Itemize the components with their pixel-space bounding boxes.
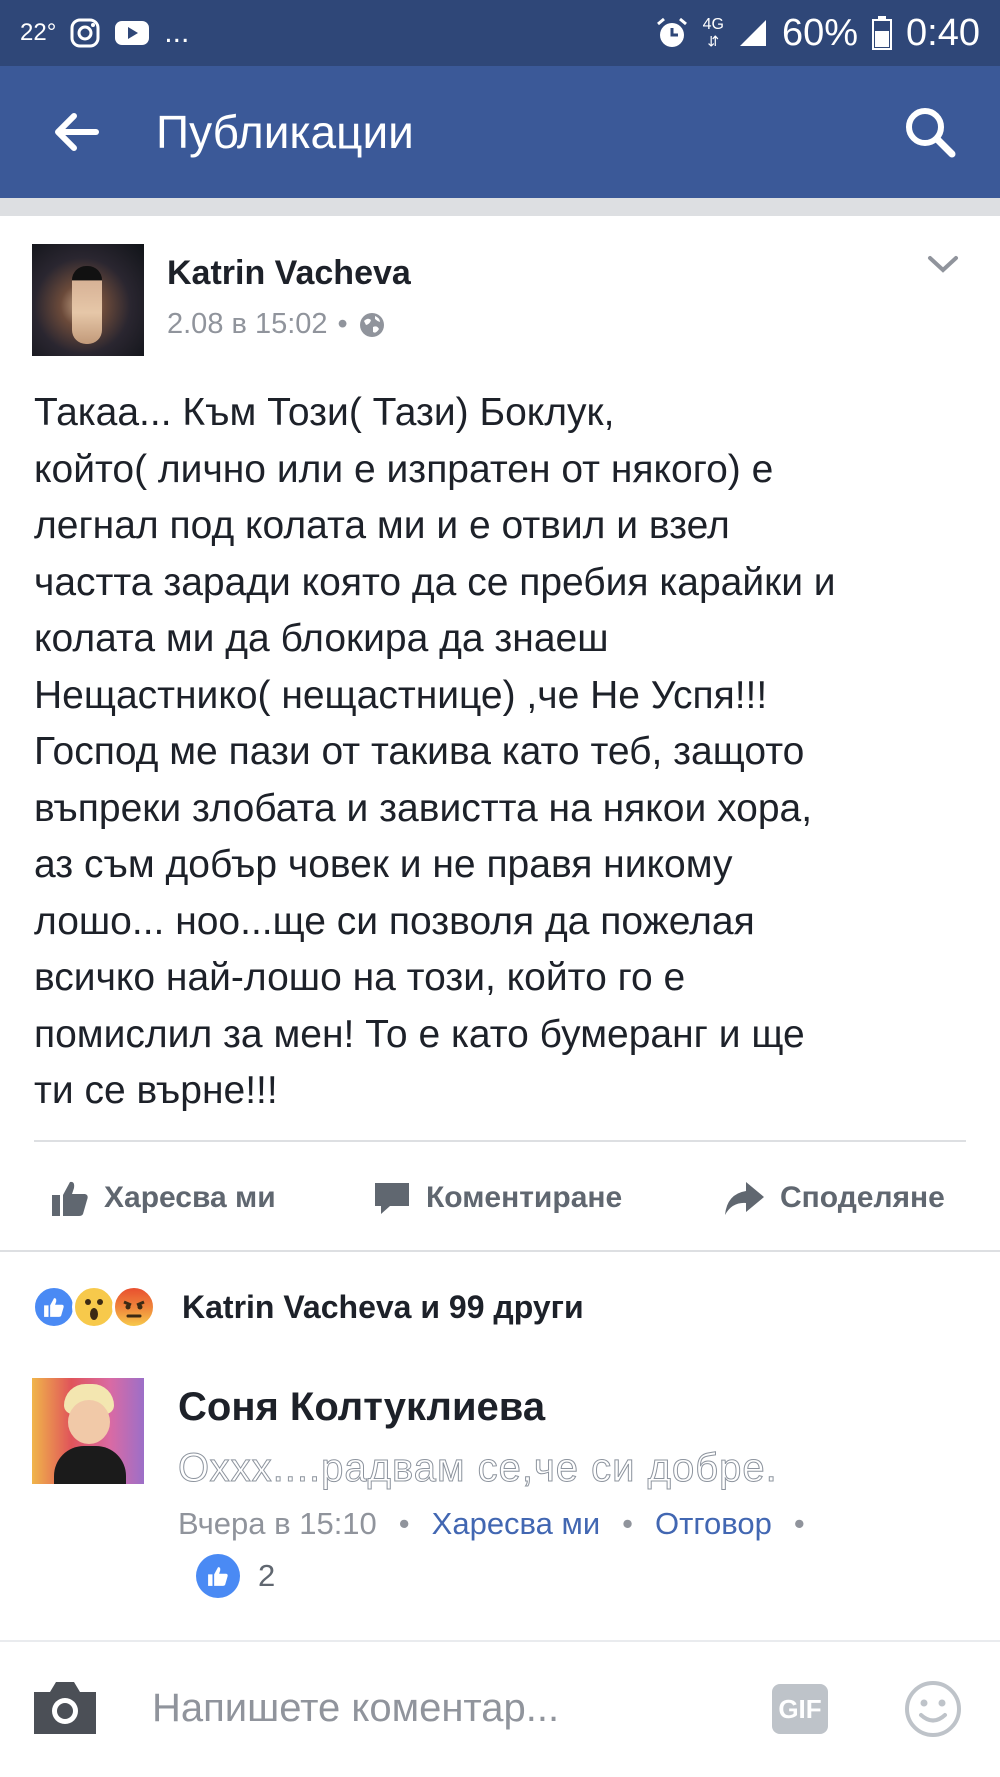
post-body-line: лошо... ноо...ще си позволя да пожелая — [34, 899, 755, 943]
like-reaction-icon — [32, 1285, 76, 1329]
comment-like-count-label: 2 — [258, 1558, 276, 1593]
chevron-down-icon — [928, 256, 958, 273]
post-body-line: ти се върне!!! — [34, 1069, 278, 1112]
post-body-line: легнал под колата ми и е отвил и взел — [34, 504, 730, 547]
share-button[interactable]: Споделяне — [722, 1178, 945, 1218]
post-body-line: Такаа... Към Този( Тази) Боклук, — [34, 391, 615, 434]
comment-like-link[interactable]: Харесва ми — [432, 1506, 601, 1542]
back-arrow-icon — [55, 113, 99, 151]
post-author-name[interactable]: Katrin Vacheva — [167, 254, 411, 293]
comment-bubble-icon — [375, 1183, 409, 1214]
post-body-line: който( лично или е изпратен от някого) е — [34, 447, 774, 491]
comment-button[interactable]: Коментиране — [372, 1178, 622, 1218]
divider — [0, 1250, 1000, 1252]
post-body-line: Господ ме пази от такива като теб, защот… — [34, 730, 805, 773]
feed-separator — [0, 198, 1000, 216]
post-body-line: всичко най-лошо на този, който го е — [34, 956, 686, 999]
clock: 0:40 — [906, 11, 980, 54]
battery-percent: 60% — [781, 11, 859, 54]
smiley-icon — [905, 1681, 961, 1737]
globe-icon — [359, 312, 384, 337]
camera-button[interactable] — [30, 1678, 100, 1738]
share-label: Споделяне — [780, 1181, 945, 1214]
post-options-button[interactable] — [918, 244, 968, 284]
temperature-label: 22° — [20, 19, 57, 46]
post-header: Katrin Vacheva 2.08 в 15:02 • — [32, 244, 972, 356]
reactions-summary[interactable]: Katrin Vacheva и 99 други — [32, 1283, 584, 1331]
comment-reply-link[interactable]: Отговор — [655, 1506, 772, 1542]
page-title: Публикации — [156, 106, 414, 158]
wow-reaction-icon — [72, 1285, 116, 1329]
post-body-line: въпреки злобата и завистта на някои хора… — [34, 786, 813, 830]
author-avatar[interactable] — [32, 244, 144, 356]
like-button[interactable]: Харесва ми — [50, 1178, 276, 1218]
status-bar-left: 22° ... — [20, 16, 189, 50]
comment-meta: Вчера в 15:10 • Харесва ми • Отговор • — [178, 1506, 827, 1542]
comment-composer: GIF — [0, 1642, 1000, 1777]
post-meta: 2.08 в 15:02 • — [167, 308, 386, 341]
status-bar: 22° ... 4G ⇵ 60% 0:40 — [0, 0, 1000, 66]
like-reaction-icon — [196, 1554, 240, 1598]
network-label: 4G — [702, 16, 724, 33]
status-bar-right: 4G ⇵ 60% 0:40 — [655, 12, 980, 55]
comment-author-name[interactable]: Соня Колтуклиева — [178, 1385, 545, 1430]
post-timestamp[interactable]: 2.08 в 15:02 — [167, 308, 328, 341]
comment-text: Оххх....радвам се,че си добре. — [178, 1446, 778, 1491]
post-action-bar: Харесва ми Коментиране Споделяне — [0, 1160, 1000, 1236]
comment-like-count[interactable]: 2 — [196, 1554, 275, 1598]
back-button[interactable] — [36, 92, 116, 172]
post-body-line: колата ми да блокира да знаеш — [34, 617, 609, 660]
post-body-line: частта заради която да се пребия карайки… — [34, 560, 836, 604]
comment-meta-separator: • — [793, 1506, 805, 1541]
network-4g-icon: 4G ⇵ — [702, 16, 724, 50]
camera-icon — [34, 1682, 96, 1734]
comment-meta-separator: • — [398, 1506, 410, 1541]
post-body-line: Нещастнико( нещастнице) ,че Не Успя!!! — [34, 673, 768, 717]
search-button[interactable] — [890, 92, 970, 172]
like-label: Харесва ми — [104, 1181, 276, 1214]
post-body-line: помислил за мен! То е като бумеранг и ще — [34, 1012, 805, 1056]
youtube-icon — [114, 19, 150, 47]
angry-reaction-icon — [112, 1285, 156, 1329]
battery-icon — [872, 16, 893, 50]
commenter-avatar[interactable] — [32, 1378, 144, 1484]
thumbs-up-icon — [52, 1181, 88, 1216]
alarm-icon — [655, 16, 689, 50]
instagram-icon — [70, 18, 100, 48]
post-body-line: аз съм добър човек и не правя никому — [34, 843, 733, 886]
comment-meta-separator: • — [622, 1506, 634, 1541]
meta-separator: • — [337, 308, 348, 340]
comment-timestamp: Вчера в 15:10 — [178, 1506, 377, 1541]
share-arrow-icon — [725, 1182, 764, 1215]
gif-button[interactable]: GIF — [772, 1684, 828, 1734]
app-bar: Публикации — [0, 66, 1000, 198]
search-icon — [906, 108, 956, 158]
post-body: Такаа... Към Този( Тази) Боклук, който( … — [34, 385, 974, 1120]
emoji-button[interactable] — [904, 1680, 962, 1738]
signal-icon — [738, 18, 768, 48]
comment-label: Коментиране — [426, 1181, 623, 1214]
reactions-count-label: Katrin Vacheva и 99 други — [182, 1288, 584, 1325]
divider — [34, 1140, 966, 1142]
more-notifications-label: ... — [164, 16, 190, 49]
comment-input[interactable] — [150, 1672, 734, 1744]
